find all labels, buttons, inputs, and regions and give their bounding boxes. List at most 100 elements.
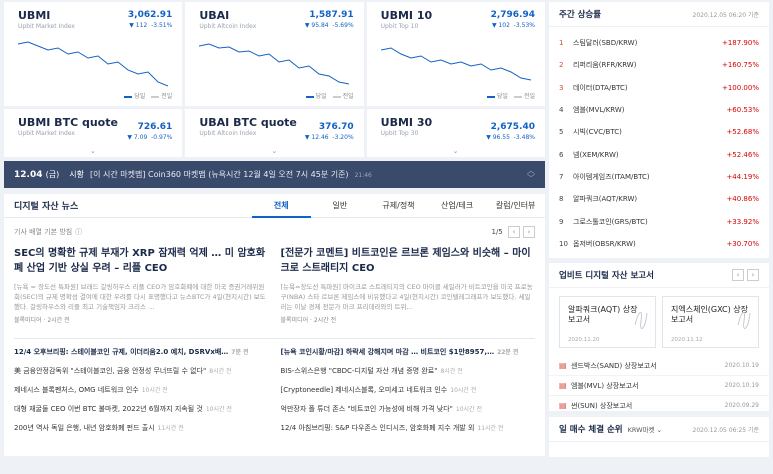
report-card-date: 2020.11.12 [671,337,703,343]
tab-column[interactable]: 칼럼/인터뷰 [486,194,545,218]
index-change: ▼ 102 -3.53% [491,22,535,29]
featured-summary: [뉴욕=장도선 특파원] 마이크로 스트래티지의 CEO 마이클 세일러가 비트… [280,283,533,311]
index-grid-btc: UBMI BTC quote Upbit Market Index 726.61… [4,109,545,157]
ticker-time: 21:46 [354,172,372,179]
list-item[interactable]: 대형 재굴둘 CEO 이번 BTC 불마켓, 2022년 6월까지 지속될 것1… [14,400,269,419]
rank-number: 2 [559,61,564,70]
report-card[interactable]: 지엑스체인(GXC) 상장보고서 2020.11.12 [662,296,759,348]
market-selector[interactable]: KRW마켓 ⌄ [628,424,662,434]
rank-row[interactable]: 1 스팀달러(SBD/KRW) +187.90% [549,32,769,54]
report-item[interactable]: ▤ 썬(SUN) 상장보고서 2020.09.29 [549,396,769,416]
ticker-message-text: [이 시간 마켓맵] Coin360 마켓맵 (뉴욕시간 12월 4일 오전 7… [89,170,349,179]
list-item[interactable]: 억만장자 폴 튜더 존스 "비트코인 가능성에 비해 가격 낮다" 10시간 전 [281,400,536,419]
legend-today: 당일 [496,93,508,100]
rank-row[interactable]: 2 리퍼리움(RFR/KRW) +160.75% [549,54,769,76]
list-item-ago: 7분 전 [231,349,249,356]
report-item[interactable]: ▤ 샌드박스(SAND) 상장보고서 2020.10.19 [549,356,769,376]
index-grid: UBMI Upbit Market Index 3,062.91 ▼ 112 -… [4,2,545,106]
chevron-down-icon[interactable]: ⌄ [90,147,96,155]
rank-row[interactable]: 8 알파쿼크(AQT/KRW) +40.86% [549,188,769,210]
rank-percent: +33.92% [726,217,759,226]
prev-report-button[interactable]: ‹ [732,269,744,281]
ticker-scroll-arrows[interactable]: ︿ ﹀ [527,166,535,183]
index-value: 726.61 [137,122,173,132]
rank-row[interactable]: 4 엠블(MVL/KRW) +60.53% [549,99,769,121]
rank-row[interactable]: 6 넴(XEM/KRW) +52.46% [549,143,769,165]
market-selector-label: KRW마켓 [627,426,655,434]
report-name: 썬(SUN) 상장보고서 [571,401,633,410]
tab-general[interactable]: 일반 [311,194,370,218]
market-ticker[interactable]: 12.04 (금) 시황 [이 시간 마켓맵] Coin360 마켓맵 (뉴욕시… [4,161,545,188]
index-card-ubmi30[interactable]: UBMI 30 Upbit Top 30 2,675.40 ▼ 96.55 -3… [366,109,545,157]
index-sparkline [199,43,350,85]
list-item[interactable]: 12/4 오후브리핑: 스테이블코인 규제, 이더리움2.0 예치, DSRVx… [14,343,269,362]
list-item[interactable]: 제네시스 블록펜처스, OMG 네트워크 인수 10시간 전 [14,381,269,400]
rank-row[interactable]: 10 옵저버(OBSR/KRW) +30.70% [549,233,769,255]
rank-row[interactable]: 5 시빅(CVC/BTC) +52.68% [549,121,769,143]
next-page-button[interactable]: › [523,226,535,238]
report-card[interactable]: 알파쿼크(AQT) 상장 보고서 2020.11.20 [559,296,656,348]
report-item[interactable]: ▤ 엠블(MVL) 상장보고서 2020.10.19 [549,376,769,396]
index-change: ▼ 96.55 -3.48% [486,134,535,141]
rank-percent: +40.86% [726,195,759,204]
list-item[interactable]: [Cryptoneedle] 제네시스블록, 오미세고 네트워크 인수 10시간 … [281,381,536,400]
next-report-button[interactable]: › [747,269,759,281]
reports-header: 업비트 디지털 자산 보고서 ‹ › [549,263,769,288]
index-card-ubai[interactable]: UBAI Upbit Altcoin Index 1,587.91 ▼ 95.8… [185,2,364,106]
chevron-down-icon: ⌄ [656,426,663,434]
index-card-ubmi10[interactable]: UBMI 10 Upbit Top 10 2,796.94 ▼ 102 -3.5… [366,2,545,106]
news-header: 디지털 자산 뉴스 전체 일반 규제/정책 산업/테크 칼럼/인터뷰 [4,194,545,218]
index-change-rate: -5.69% [332,22,354,29]
list-item[interactable]: [뉴욕 코인시황/마감] 하락세 강해지며 마감 … 비트코인 $1만8957,… [281,343,536,362]
info-icon[interactable]: ⓘ [75,227,82,237]
index-change-amount: ▼ 7.09 [127,134,148,141]
rank-number: 6 [559,150,564,159]
chevron-down-icon[interactable]: ⌄ [453,147,459,155]
daily-buy-panel: 일 매수 체결 순위 KRW마켓 ⌄ 2020.12.05 06:25 기준 [549,417,769,457]
rank-percent: +44.19% [726,172,759,181]
news-list-left: 12/4 오후브리핑: 스테이블코인 규제, 이더리움2.0 예치, DSRVx… [14,343,269,438]
index-value: 2,675.40 [490,122,535,132]
tab-industry[interactable]: 산업/테크 [428,194,487,218]
index-value-box: 376.70 ▼ 12.46 -3.20% [305,122,354,141]
rank-coin: 데이터(DTA/BTC) [573,83,628,92]
list-item[interactable]: BIS-스위스은행 "CBDC-디지털 자산 개념 증명 완료" 8시간 전 [281,362,536,381]
index-sparkline [18,41,168,87]
right-column: 주간 상승률 2020.12.05 06:20 기준 1 스팀달러(SBD/KRW… [549,2,769,457]
index-card-ubmi-btc[interactable]: UBMI BTC quote Upbit Market Index 726.61… [4,109,183,157]
featured-article[interactable]: [전문가 코멘트] 비트코인은 르브론 제임스와 비슷해 – 마이크로 스트래티… [281,246,536,324]
index-card-ubai-btc[interactable]: UBAI BTC quote Upbit Altcoin Index 376.7… [185,109,364,157]
news-criteria-link[interactable]: 기사 배열 기본 방침 [14,227,72,237]
list-item[interactable]: 200년 역사 독일 은행, 내년 암호화폐 펀드 출시 11시간 전 [14,419,269,438]
prev-page-button[interactable]: ‹ [508,226,520,238]
rank-row[interactable]: 3 데이터(DTA/BTC) +100.00% [549,77,769,99]
chart-legend: 당일 전일 [124,91,172,100]
news-panel: 디지털 자산 뉴스 전체 일반 규제/정책 산업/테크 칼럼/인터뷰 기사 배열… [4,194,545,456]
list-item[interactable]: 12/4 아침브리핑: S&P 다우존스 인디시즈, 암호화폐 지수 개발 외1… [281,419,536,438]
index-change-rate: -3.53% [513,22,535,29]
featured-article[interactable]: SEC의 명확한 규제 부재가 XRP 잠재력 억제 … 미 암호화폐 산업 기… [14,246,269,324]
featured-headline[interactable]: SEC의 명확한 규제 부재가 XRP 잠재력 억제 … 미 암호화폐 산업 기… [14,246,269,278]
chevron-down-icon[interactable]: ⌄ [271,147,277,155]
signature-icon [634,312,648,329]
list-item[interactable]: 美 금융안정감독위 "스테이블코인, 금융 안정성 무너뜨릴 수 없다" 8시간 … [14,362,269,381]
tab-all[interactable]: 전체 [252,194,311,218]
rank-row[interactable]: 9 그로스톨코인(GRS/BTC) +33.92% [549,210,769,232]
index-value: 2,796.94 [490,10,535,20]
news-pagination: 1/5 ‹ › [492,226,535,238]
index-change-amount: ▼ 95.84 [304,22,329,29]
pdf-icon: ▤ [559,401,567,410]
daily-timestamp: 2020.12.05 06:25 기준 [692,426,760,434]
list-item-title: [Cryptoneedle] 제네시스블록, 오미세고 네트워크 인수 [280,386,448,394]
rank-percent: +100.00% [721,83,759,92]
tab-regulation[interactable]: 규제/정책 [369,194,428,218]
index-value-box: 2,675.40 ▼ 96.55 -3.48% [486,122,535,141]
list-item-ago: 8시간 전 [440,368,463,375]
index-sparkline [380,47,531,81]
news-lists: 12/4 오후브리핑: 스테이블코인 규제, 이더리움2.0 예치, DSRVx… [4,339,545,438]
rank-row[interactable]: 7 아이템게임즈(ITAM/BTC) +44.19% [549,166,769,188]
ticker-date-value: 12.04 [14,170,43,180]
featured-headline[interactable]: [전문가 코멘트] 비트코인은 르브론 제임스와 비슷해 – 마이크로 스트래티… [281,246,536,278]
index-card-ubmi[interactable]: UBMI Upbit Market Index 3,062.91 ▼ 112 -… [4,2,183,106]
rank-coin: 스팀달러(SBD/KRW) [573,39,638,48]
